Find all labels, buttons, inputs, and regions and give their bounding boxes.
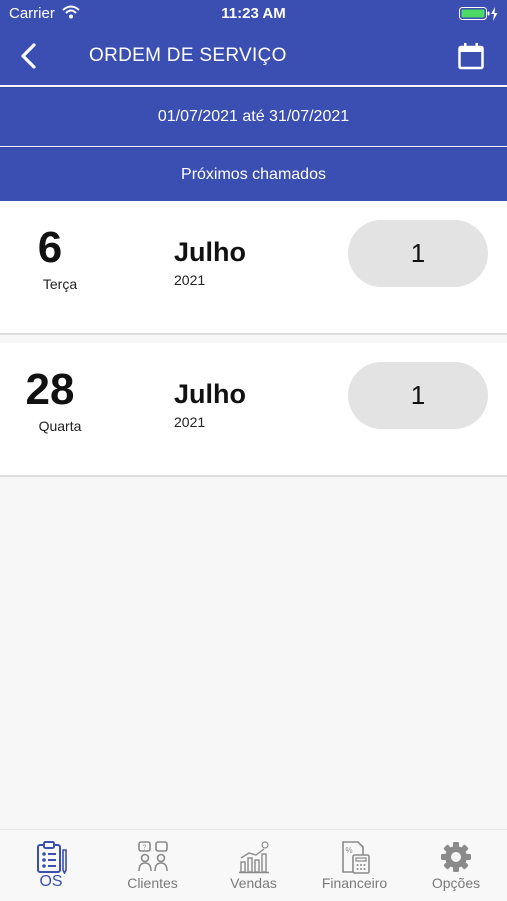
status-bar: Carrier 11:23 AM [0, 0, 507, 28]
gear-icon [439, 840, 473, 874]
tab-label: Financeiro [321, 875, 388, 891]
sales-chart-icon [237, 840, 271, 874]
tab-label: Vendas [230, 875, 277, 891]
year-label: 2021 [174, 414, 206, 430]
tab-label: OS [39, 873, 63, 890]
year-label: 2021 [174, 272, 206, 288]
calendar-icon[interactable] [457, 42, 485, 70]
section-header: Próximos chamados [0, 147, 507, 202]
battery-icon [459, 6, 499, 27]
tab-financeiro[interactable]: % Financeiro [304, 830, 405, 901]
calculator-icon: % [338, 840, 372, 874]
nav-bar: ORDEM DE SERVIÇO [0, 28, 507, 85]
month-label: Julho [174, 379, 246, 409]
tab-opcoes[interactable]: Opções [405, 830, 507, 901]
tab-os[interactable]: OS [0, 830, 102, 901]
tab-bar: OS ? Clientes Vendas % Financeiro Opções [0, 829, 507, 901]
svg-text:?: ? [142, 845, 146, 852]
svg-text:%: % [345, 846, 352, 855]
chevron-left-icon[interactable] [16, 42, 42, 70]
page-title: ORDEM DE SERVIÇO [89, 45, 287, 66]
weekday-label: Quarta [38, 418, 82, 434]
tab-clientes[interactable]: ? Clientes [102, 830, 203, 901]
list-item[interactable]: 28 Quarta Julho 2021 1 [0, 343, 507, 477]
date-range-bar[interactable]: 01/07/2021 até 31/07/2021 [0, 87, 507, 146]
day-number: 6 [37, 223, 63, 272]
clipboard-icon [34, 840, 68, 875]
month-label: Julho [174, 237, 246, 267]
tab-label: Opções [431, 875, 481, 891]
tab-label: Clientes [127, 875, 178, 891]
count-badge[interactable]: 1 [348, 220, 488, 287]
day-number: 28 [25, 365, 75, 414]
tab-vendas[interactable]: Vendas [203, 830, 304, 901]
clients-icon: ? [136, 840, 170, 874]
status-time: 11:23 AM [221, 5, 286, 22]
weekday-label: Terça [42, 276, 78, 292]
list-item[interactable]: 6 Terça Julho 2021 1 [0, 201, 507, 335]
count-badge[interactable]: 1 [348, 362, 488, 429]
